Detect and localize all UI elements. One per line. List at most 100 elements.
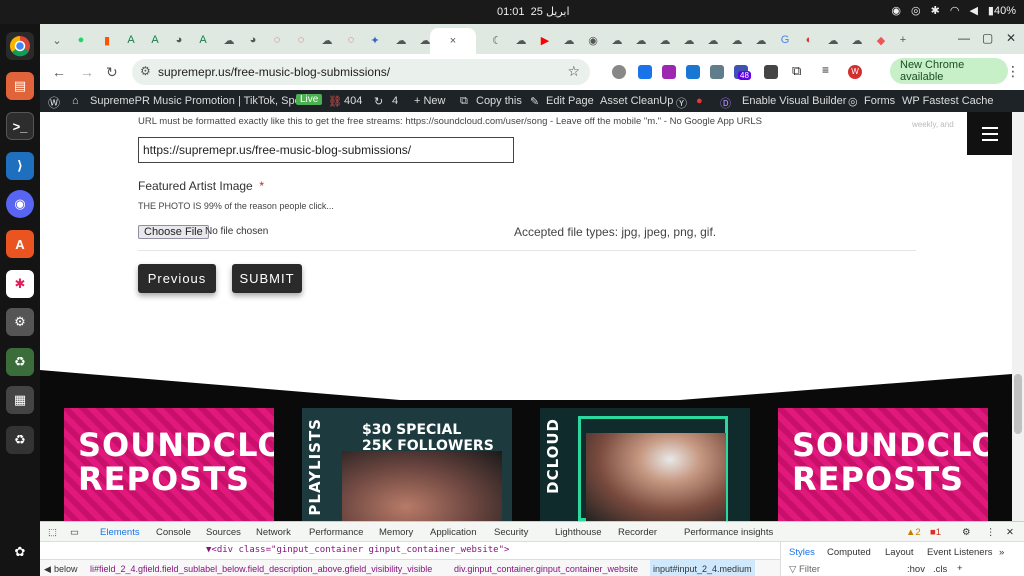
wordpress-logo-icon[interactable]: Ⓦ — [48, 94, 60, 111]
url-text[interactable]: supremepr.us/free-music-blog-submissions… — [158, 65, 390, 79]
wifi-icon[interactable]: ◠ — [950, 4, 960, 17]
extension-screenshot-icon[interactable] — [638, 65, 652, 79]
tab-computed[interactable]: Computed — [827, 547, 871, 558]
close-tab-icon[interactable]: × — [450, 35, 456, 47]
battery-indicator[interactable]: ▮40% — [988, 4, 1016, 17]
extension-image-icon[interactable] — [710, 65, 724, 79]
tab-1[interactable]: A — [120, 30, 142, 50]
tab-event-listeners[interactable]: Event Listeners — [927, 547, 992, 558]
tab-youtube[interactable]: ▶ — [534, 30, 556, 50]
settings-dock-icon[interactable]: ⚙ — [6, 308, 34, 336]
tab-3[interactable]: A — [192, 30, 214, 50]
divi-icon[interactable]: Ⓓ — [720, 95, 731, 111]
tab-24[interactable]: ☁ — [822, 30, 844, 50]
cls-toggle[interactable]: .cls — [933, 564, 947, 575]
edit-pencil-icon[interactable]: ✎ — [530, 95, 539, 108]
tab-recorder[interactable]: Recorder — [618, 527, 657, 538]
tab-soundcloud[interactable]: ▮ — [96, 30, 118, 50]
discord-tray-icon[interactable]: ◉ — [891, 4, 901, 17]
tab-20[interactable]: ☁ — [702, 30, 724, 50]
tab-active[interactable]: × — [430, 28, 476, 54]
wp-fastest-cache[interactable]: WP Fastest Cache — [902, 95, 994, 107]
tab-8[interactable]: ◌ — [340, 30, 362, 50]
new-chrome-available-button[interactable]: New Chrome available — [890, 58, 1008, 84]
files-dock-icon[interactable]: ▤ — [6, 72, 34, 100]
tab-16[interactable]: ☁ — [606, 30, 628, 50]
wp-home-icon[interactable]: ⌂ — [72, 95, 79, 107]
playlists-special-card[interactable]: PLAYLISTS $30 SPECIAL 25K FOLLOWERS — [302, 408, 512, 521]
tab-network[interactable]: Network — [256, 527, 291, 538]
slack-tray-icon[interactable]: ✱ — [931, 4, 940, 17]
device-toolbar-icon[interactable]: ▭ — [70, 527, 79, 538]
crumb-prev-icon[interactable]: ◀ — [44, 564, 51, 575]
soundcloud-reposts-card[interactable]: SOUNDCLOUD REPOSTS — [64, 408, 274, 521]
extension-badge-icon[interactable]: 48 — [734, 65, 751, 80]
tab-6[interactable]: ◌ — [290, 30, 312, 50]
show-apps-icon[interactable]: ✿ — [6, 538, 34, 566]
trash-dock-icon[interactable]: ♻ — [6, 348, 34, 376]
tab-13[interactable]: ☁ — [510, 30, 532, 50]
soundcloud-crowd-card[interactable]: DCLOUD — [540, 408, 750, 521]
tab-23[interactable]: ◐ — [798, 30, 820, 50]
chrome-dock-icon[interactable] — [6, 32, 34, 60]
copy-icon[interactable]: ⧉ — [460, 95, 468, 108]
updates-icon[interactable]: ↻ — [374, 95, 383, 108]
tab-whatsapp[interactable]: ● — [70, 30, 92, 50]
tab-console[interactable]: Console — [156, 527, 191, 538]
tab-security[interactable]: Security — [494, 527, 528, 538]
tab-25[interactable]: ☁ — [846, 30, 868, 50]
software-dock-icon[interactable]: A — [6, 230, 34, 258]
hov-toggle[interactable]: :hov — [907, 564, 925, 575]
site-info-icon[interactable]: ⚙ — [140, 64, 151, 78]
reading-list-icon[interactable]: ≡ — [822, 63, 836, 77]
tab-styles[interactable]: Styles — [789, 547, 815, 558]
tab-elements[interactable]: Elements — [100, 527, 140, 538]
wp-broken-links-count[interactable]: 404 — [344, 95, 362, 107]
wp-asset-cleanup[interactable]: Asset CleanUp — [600, 95, 673, 107]
tab-26[interactable]: ◆ — [870, 30, 892, 50]
maximize-icon[interactable]: ▢ — [982, 31, 993, 45]
extension-flower-icon[interactable] — [662, 65, 676, 79]
tab-performance[interactable]: Performance — [309, 527, 363, 538]
choose-file-button[interactable]: Choose File — [138, 225, 209, 239]
terminal-dock-icon[interactable]: >_ — [6, 112, 34, 140]
tab-19[interactable]: ☁ — [678, 30, 700, 50]
dom-tree-line[interactable]: ▼<div class="ginput_container ginput_con… — [40, 542, 780, 559]
tab-12[interactable]: ☾ — [486, 30, 508, 50]
profile-avatar[interactable]: W — [848, 65, 862, 79]
tab-17[interactable]: ☁ — [630, 30, 652, 50]
previous-button[interactable]: Previous — [138, 264, 216, 293]
scrollbar-thumb[interactable] — [1014, 374, 1022, 434]
minimize-icon[interactable]: — — [958, 31, 970, 45]
extension-openai-icon[interactable] — [764, 65, 778, 79]
song-url-input[interactable] — [138, 137, 514, 163]
tab-22[interactable]: ☁ — [750, 30, 772, 50]
wp-site-title[interactable]: SupremePR Music Promotion | TikTok, Spot… — [90, 95, 313, 107]
close-window-icon[interactable]: ✕ — [1006, 31, 1016, 45]
chrome-menu-icon[interactable]: ⋮ — [1006, 63, 1020, 80]
tab-18[interactable]: ☁ — [654, 30, 676, 50]
devtools-settings-icon[interactable]: ⚙ — [962, 527, 971, 538]
address-bar[interactable]: ⚙ supremepr.us/free-music-blog-submissio… — [132, 59, 590, 85]
tab-sources[interactable]: Sources — [206, 527, 241, 538]
tab-10[interactable]: ☁ — [390, 30, 412, 50]
hamburger-menu-icon[interactable] — [967, 112, 1012, 155]
system-clock[interactable]: 01:01 25 ابریل — [497, 5, 570, 18]
slack-dock-icon[interactable]: ✱ — [6, 270, 34, 298]
add-rule-icon[interactable]: + — [957, 563, 963, 574]
tab-google[interactable]: G — [774, 30, 796, 50]
tab-21[interactable]: ☁ — [726, 30, 748, 50]
wp-edit-page[interactable]: Edit Page — [546, 95, 594, 107]
forms-icon[interactable]: ◎ — [848, 95, 858, 108]
page-scrollbar[interactable] — [1012, 112, 1024, 521]
bookmark-star-icon[interactable]: ☆ — [567, 63, 580, 80]
inspect-element-icon[interactable]: ⬚ — [48, 527, 57, 538]
devtools-close-icon[interactable]: ✕ — [1006, 527, 1014, 538]
wp-new-button[interactable]: + New — [414, 95, 446, 107]
reload-icon[interactable]: ↻ — [106, 64, 118, 81]
recycle-dock-icon[interactable]: ♻ — [6, 426, 34, 454]
wp-visual-builder[interactable]: Enable Visual Builder — [742, 95, 846, 107]
filter-input[interactable]: ▽ Filter — [789, 564, 820, 575]
tab-9[interactable]: ✦ — [364, 30, 386, 50]
wp-updates-count[interactable]: 4 — [392, 95, 398, 107]
